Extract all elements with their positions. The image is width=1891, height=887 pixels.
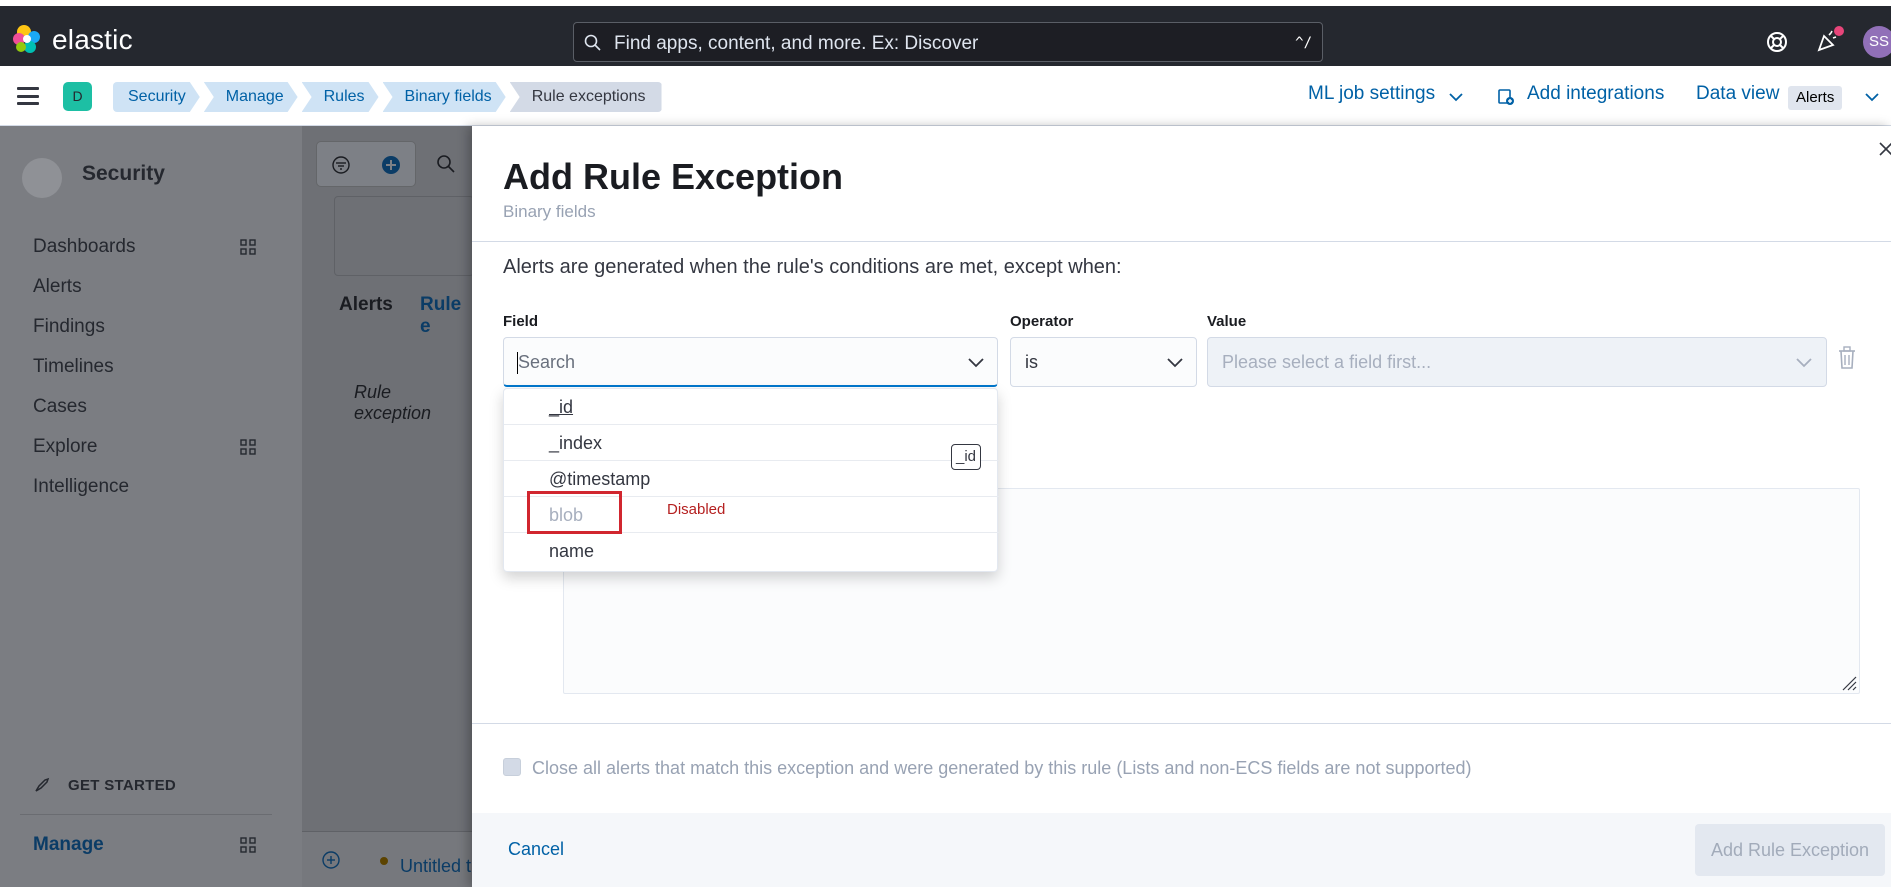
menu-toggle-icon[interactable] <box>17 87 39 105</box>
rule-summary-card <box>334 196 474 276</box>
field-tooltip: _id <box>951 444 982 470</box>
help-icon[interactable] <box>1765 30 1789 54</box>
filter-toolbar[interactable] <box>316 141 416 187</box>
add-integrations-icon <box>1498 89 1514 105</box>
flyout-footer: Cancel Add Rule Exception <box>472 813 1891 887</box>
breadcrumb-security[interactable]: Security <box>113 82 200 112</box>
value-placeholder: Please select a field first... <box>1222 352 1432 372</box>
tab-rule-exceptions[interactable]: Rule e <box>420 294 472 338</box>
breadcrumb: Security Manage Rules Binary fields Rule… <box>113 82 666 112</box>
chevron-down-icon[interactable] <box>1166 353 1184 371</box>
data-view-badge[interactable]: Alerts <box>1788 86 1843 110</box>
field-combobox[interactable]: Search <box>503 337 998 387</box>
filter-icon[interactable] <box>331 155 351 175</box>
sidebar-item-intelligence[interactable]: Intelligence <box>33 476 129 498</box>
breadcrumb-binary-fields[interactable]: Binary fields <box>383 82 506 112</box>
global-search-input[interactable]: Find apps, content, and more. Ex: Discov… <box>573 22 1323 62</box>
field-label: Field <box>503 313 539 330</box>
space-avatar[interactable]: D <box>63 82 92 111</box>
security-logo-icon <box>22 158 62 198</box>
operator-select[interactable]: is <box>1010 337 1197 387</box>
resize-handle-icon[interactable] <box>1841 675 1857 691</box>
search-icon[interactable] <box>436 154 456 174</box>
operator-label: Operator <box>1010 313 1074 330</box>
close-alerts-label: Close all alerts that match this excepti… <box>532 758 1472 778</box>
chevron-down-icon[interactable] <box>1795 353 1813 371</box>
sidebar-item-explore[interactable]: Explore <box>33 436 97 458</box>
sidebar-item-manage[interactable]: Manage <box>33 834 104 856</box>
operator-value: is <box>1025 352 1038 372</box>
ml-job-settings-button[interactable]: ML job settings <box>1308 83 1435 105</box>
elastic-logo-icon[interactable] <box>12 24 42 54</box>
breadcrumb-rules[interactable]: Rules <box>302 82 379 112</box>
timeline-status-dot <box>380 857 388 865</box>
add-integrations-button[interactable]: Add integrations <box>1527 83 1664 105</box>
flyout-title: Add Rule Exception <box>503 156 844 197</box>
chevron-down-icon[interactable] <box>1864 89 1880 105</box>
apps-grid-icon[interactable] <box>240 239 256 255</box>
search-placeholder: Find apps, content, and more. Ex: Discov… <box>614 33 979 54</box>
security-sidebar: Security Dashboards Alerts Findings Time… <box>0 126 302 887</box>
close-alerts-checkbox[interactable] <box>503 758 521 776</box>
data-view-label[interactable]: Data view <box>1696 83 1779 105</box>
add-timeline-icon[interactable] <box>322 851 340 869</box>
sidebar-item-timelines[interactable]: Timelines <box>33 356 114 378</box>
sidebar-item-alerts[interactable]: Alerts <box>33 276 82 298</box>
value-select[interactable]: Please select a field first... <box>1207 337 1827 387</box>
brand-name[interactable]: elastic <box>52 24 133 56</box>
search-shortcut: ^/ <box>1295 35 1312 51</box>
add-filter-icon[interactable] <box>381 155 401 175</box>
untitled-timeline-link[interactable]: Untitled t <box>400 856 471 877</box>
user-avatar[interactable]: SS <box>1863 26 1891 58</box>
sidebar-item-dashboards[interactable]: Dashboards <box>33 236 135 258</box>
chevron-down-icon[interactable] <box>967 353 985 371</box>
rule-exceptions-empty-text: Rule exception <box>354 382 432 423</box>
add-rule-exception-flyout: Add Rule Exception Binary fields Alerts … <box>472 126 1891 887</box>
global-header: elastic Find apps, content, and more. Ex… <box>0 6 1891 66</box>
field-options-listbox: _id _index @timestamp blob name <box>503 388 999 572</box>
sidebar-divider <box>20 814 272 815</box>
sidebar-item-cases[interactable]: Cases <box>33 396 87 418</box>
rule-details-page: Alerts Rule e Rule exception Untitled t <box>302 126 474 887</box>
field-search-placeholder: Search <box>518 352 576 372</box>
divider <box>472 241 1891 242</box>
sidebar-item-findings[interactable]: Findings <box>33 316 105 338</box>
flyout-subtitle: Binary fields <box>503 202 596 221</box>
rocket-icon <box>35 777 50 792</box>
add-rule-exception-button[interactable]: Add Rule Exception <box>1695 824 1885 876</box>
field-option-name[interactable]: name <box>504 533 999 569</box>
field-option-id[interactable]: _id <box>504 389 999 425</box>
close-icon[interactable] <box>1879 142 1891 156</box>
notification-dot <box>1834 26 1844 36</box>
trash-icon[interactable] <box>1837 346 1857 370</box>
get-started-link[interactable]: GET STARTED <box>68 777 176 794</box>
apps-grid-icon[interactable] <box>240 439 256 455</box>
cancel-button[interactable]: Cancel <box>508 839 564 860</box>
field-option-index[interactable]: _index <box>504 425 999 461</box>
chevron-down-icon <box>1449 93 1463 102</box>
disabled-annotation: Disabled <box>667 501 726 518</box>
search-icon <box>584 34 601 51</box>
apps-grid-icon[interactable] <box>240 837 256 853</box>
tab-alerts[interactable]: Alerts <box>339 294 393 316</box>
annotation-highlight-box <box>527 491 622 534</box>
breadcrumb-bar: D Security Manage Rules Binary fields Ru… <box>0 66 1891 126</box>
breadcrumb-manage[interactable]: Manage <box>204 82 298 112</box>
divider <box>472 723 1891 724</box>
sidebar-title: Security <box>82 162 165 185</box>
breadcrumb-rule-exceptions: Rule exceptions <box>509 82 662 112</box>
value-label: Value <box>1207 313 1247 330</box>
exception-description: Alerts are generated when the rule's con… <box>503 256 1122 278</box>
